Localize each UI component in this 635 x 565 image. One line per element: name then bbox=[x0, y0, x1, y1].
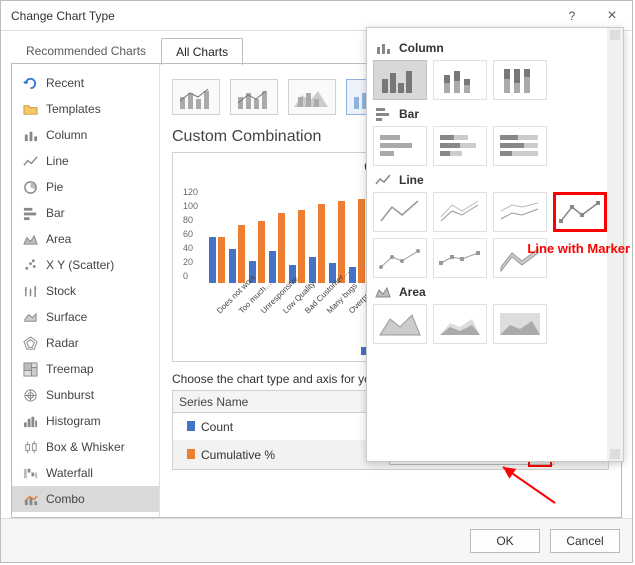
close-icon: × bbox=[607, 7, 616, 25]
group-title-bar: Bar bbox=[375, 106, 617, 122]
sidebar-item-surface[interactable]: Surface bbox=[12, 304, 159, 330]
option-100-stacked-line-markers[interactable] bbox=[433, 238, 487, 278]
scatter-chart-icon bbox=[22, 257, 38, 273]
sidebar-item-stock[interactable]: Stock bbox=[12, 278, 159, 304]
sidebar-item-histogram[interactable]: Histogram bbox=[12, 408, 159, 434]
sidebar-item-label: Recent bbox=[46, 76, 84, 90]
option-stacked-line-markers[interactable] bbox=[373, 238, 427, 278]
option-100-stacked-line[interactable] bbox=[493, 192, 547, 232]
help-button[interactable]: ? bbox=[552, 1, 592, 31]
sidebar-item-label: X Y (Scatter) bbox=[46, 258, 114, 272]
sidebar-item-waterfall[interactable]: Waterfall bbox=[12, 460, 159, 486]
sidebar-item-box-whisker[interactable]: Box & Whisker bbox=[12, 434, 159, 460]
sidebar-item-label: Combo bbox=[46, 492, 85, 506]
sidebar-item-recent[interactable]: Recent bbox=[12, 70, 159, 96]
ok-button[interactable]: OK bbox=[470, 529, 540, 553]
recent-icon bbox=[22, 75, 38, 91]
histogram-chart-icon bbox=[22, 413, 38, 429]
option-100-stacked-bar[interactable] bbox=[493, 126, 547, 166]
sidebar-item-combo[interactable]: Combo bbox=[12, 486, 159, 512]
sidebar-item-column[interactable]: Column bbox=[12, 122, 159, 148]
radar-chart-icon bbox=[22, 335, 38, 351]
sidebar-item-label: Histogram bbox=[46, 414, 101, 428]
option-line[interactable] bbox=[373, 192, 427, 232]
sidebar-item-scatter[interactable]: X Y (Scatter) bbox=[12, 252, 159, 278]
option-stacked-column[interactable] bbox=[433, 60, 487, 100]
line-chart-icon bbox=[22, 153, 38, 169]
help-icon: ? bbox=[569, 9, 576, 23]
annotation-line-with-marker: Line with Marker bbox=[527, 241, 630, 256]
sidebar-item-treemap[interactable]: Treemap bbox=[12, 356, 159, 382]
option-stacked-bar[interactable] bbox=[433, 126, 487, 166]
box-whisker-icon bbox=[22, 439, 38, 455]
series-name-label: Cumulative % bbox=[201, 448, 275, 462]
combo-subtype-3[interactable] bbox=[288, 79, 336, 115]
close-button[interactable]: × bbox=[592, 1, 632, 31]
change-chart-type-dialog: Change Chart Type ? × Recommended Charts… bbox=[0, 0, 633, 563]
option-100-stacked-area[interactable] bbox=[493, 304, 547, 344]
tab-recommended-charts[interactable]: Recommended Charts bbox=[11, 37, 161, 64]
sidebar-item-label: Waterfall bbox=[46, 466, 93, 480]
sidebar-item-templates[interactable]: Templates bbox=[12, 96, 159, 122]
dialog-footer: OK Cancel bbox=[1, 518, 632, 562]
sidebar-item-label: Line bbox=[46, 154, 69, 168]
stock-chart-icon bbox=[22, 283, 38, 299]
group-title-line: Line bbox=[375, 172, 617, 188]
window-title: Change Chart Type bbox=[11, 9, 552, 23]
option-clustered-bar[interactable] bbox=[373, 126, 427, 166]
series-name-label: Count bbox=[201, 420, 233, 434]
col-series-name: Series Name bbox=[173, 395, 383, 409]
column-chart-icon bbox=[22, 127, 38, 143]
cancel-button[interactable]: Cancel bbox=[550, 529, 620, 553]
group-title-column: Column bbox=[375, 40, 617, 56]
folder-icon bbox=[22, 101, 38, 117]
group-title-area: Area bbox=[375, 284, 617, 300]
sidebar-item-label: Area bbox=[46, 232, 71, 246]
series-color-swatch bbox=[187, 421, 195, 431]
sidebar-item-line[interactable]: Line bbox=[12, 148, 159, 174]
sidebar-item-sunburst[interactable]: Sunburst bbox=[12, 382, 159, 408]
combo-chart-icon bbox=[22, 491, 38, 507]
sidebar-item-radar[interactable]: Radar bbox=[12, 330, 159, 356]
surface-chart-icon bbox=[22, 309, 38, 325]
sidebar-item-label: Sunburst bbox=[46, 388, 94, 402]
option-line-with-markers[interactable] bbox=[553, 192, 607, 232]
pie-chart-icon bbox=[22, 179, 38, 195]
y-axis-ticks: 120100806040200 bbox=[183, 185, 198, 283]
chart-category-sidebar: Recent Templates Column Line Pie Bar Are… bbox=[12, 64, 160, 517]
sidebar-item-label: Pie bbox=[46, 180, 63, 194]
bar-chart-icon bbox=[22, 205, 38, 221]
sidebar-item-label: Radar bbox=[46, 336, 79, 350]
sidebar-item-label: Box & Whisker bbox=[46, 440, 125, 454]
sunburst-chart-icon bbox=[22, 387, 38, 403]
area-chart-icon bbox=[22, 231, 38, 247]
option-area[interactable] bbox=[373, 304, 427, 344]
option-stacked-area[interactable] bbox=[433, 304, 487, 344]
combo-subtype-1[interactable] bbox=[172, 79, 220, 115]
option-clustered-column[interactable] bbox=[373, 60, 427, 100]
option-stacked-line[interactable] bbox=[433, 192, 487, 232]
tab-all-charts[interactable]: All Charts bbox=[161, 38, 243, 65]
option-100-stacked-column[interactable] bbox=[493, 60, 547, 100]
combo-subtype-2[interactable] bbox=[230, 79, 278, 115]
sidebar-item-pie[interactable]: Pie bbox=[12, 174, 159, 200]
series-color-swatch bbox=[187, 449, 195, 459]
sidebar-item-label: Column bbox=[46, 128, 87, 142]
sidebar-item-area[interactable]: Area bbox=[12, 226, 159, 252]
sidebar-item-label: Stock bbox=[46, 284, 76, 298]
sidebar-item-label: Templates bbox=[46, 102, 101, 116]
sidebar-item-bar[interactable]: Bar bbox=[12, 200, 159, 226]
waterfall-chart-icon bbox=[22, 465, 38, 481]
treemap-chart-icon bbox=[22, 361, 38, 377]
sidebar-item-label: Surface bbox=[46, 310, 87, 324]
sidebar-item-label: Bar bbox=[46, 206, 65, 220]
sidebar-item-label: Treemap bbox=[46, 362, 94, 376]
